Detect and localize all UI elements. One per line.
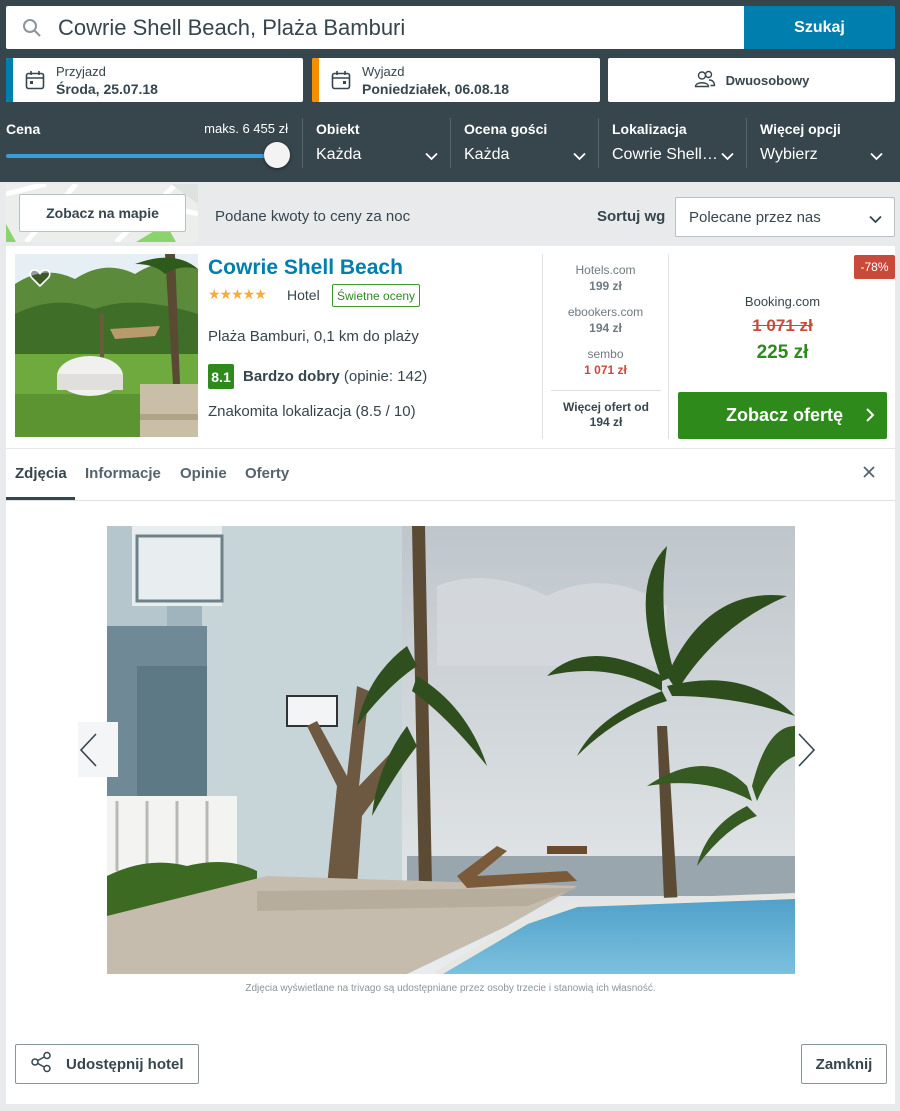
share-hotel-label: Udostępnij hotel	[66, 1055, 184, 1073]
hotel-detail-tabs: Zdjęcia Informacje Opinie Oferty	[6, 448, 895, 501]
checkin-value: Środa, 25.07.18	[56, 81, 158, 97]
search-input[interactable]: Cowrie Shell Beach, Plaża Bamburi	[6, 6, 744, 49]
column-divider	[668, 254, 669, 439]
gallery-next-button[interactable]	[797, 732, 827, 772]
room-type-label: Dwuosobowy	[725, 72, 810, 88]
price-per-night-note: Podane kwoty to ceny za noc	[215, 208, 411, 225]
deal-site-name: sembo	[587, 347, 624, 361]
more-deals-price: 194 zł	[589, 415, 623, 429]
gallery-prev-button[interactable]	[78, 722, 118, 777]
review-count: (opinie: 142)	[343, 368, 428, 385]
discount-badge: -78%	[854, 255, 895, 279]
review-score-label: Bardzo dobry	[243, 368, 340, 385]
room-type-selector[interactable]: Dwuosobowy	[608, 58, 895, 102]
hotel-photo-gallery-image	[107, 526, 795, 974]
property-type-filter[interactable]: Obiekt Każda	[306, 110, 450, 172]
tab-photos[interactable]: Zdjęcia	[15, 465, 67, 482]
original-price: 1 071 zł	[752, 316, 813, 335]
accommodation-type: Hotel	[287, 287, 320, 303]
property-filter-label: Obiekt	[316, 121, 360, 137]
close-icon[interactable]	[862, 465, 876, 484]
close-button[interactable]: Zamknij	[801, 1044, 887, 1084]
checkout-date-picker[interactable]: Wyjazd Poniedziałek, 06.08.18	[312, 58, 600, 102]
hotel-name[interactable]: Cowrie Shell Beach	[208, 256, 403, 280]
deal-site-name: Hotels.com	[575, 263, 636, 277]
location-score: Znakomita lokalizacja (8.5 / 10)	[208, 403, 416, 420]
property-filter-value: Każda	[316, 146, 362, 163]
price-filter-label: Cena	[6, 121, 41, 137]
deal-price: 194 zł	[589, 321, 622, 335]
view-deal-button[interactable]: Zobacz ofertę	[678, 392, 887, 439]
share-hotel-button[interactable]: Udostępnij hotel	[15, 1044, 199, 1084]
price-slider-handle[interactable]	[264, 142, 290, 168]
show-on-map-button[interactable]: Zobacz na mapie	[19, 194, 186, 232]
guest-rating-value: Każda	[464, 146, 510, 163]
chevron-down-icon	[721, 148, 734, 166]
checkin-label: Przyjazd	[56, 64, 106, 79]
search-header: Cowrie Shell Beach, Plaża Bamburi Szukaj…	[0, 0, 900, 182]
view-deal-label: Zobacz ofertę	[726, 405, 844, 425]
price-slider-track[interactable]	[6, 154, 278, 158]
chevron-down-icon	[870, 148, 883, 166]
more-options-filter[interactable]: Więcej opcji Wybierz	[750, 110, 895, 172]
sort-label: Sortuj wg	[597, 208, 666, 225]
sort-value: Polecane przez nas	[689, 208, 821, 226]
great-reviews-badge: Świetne oceny	[332, 284, 421, 307]
filter-divider	[302, 118, 303, 168]
chevron-left-icon	[79, 733, 97, 767]
checkout-value: Poniedziałek, 06.08.18	[362, 81, 510, 97]
more-options-value: Wybierz	[760, 146, 818, 163]
chevron-down-icon	[425, 148, 438, 166]
calendar-icon	[25, 70, 45, 95]
price-max-value: maks. 6 455 zł	[204, 121, 288, 136]
chevron-down-icon	[869, 211, 882, 228]
checkin-accent-bar	[6, 58, 13, 102]
location-filter-label: Lokalizacja	[612, 121, 687, 137]
photo-copyright-note: Zdjęcia wyświetlane na trivago są udostę…	[245, 983, 656, 994]
hotel-location: Plaża Bamburi, 0,1 km do plaży	[208, 328, 419, 345]
filter-divider	[598, 118, 599, 168]
best-price: 225 zł	[756, 342, 809, 363]
chevron-right-icon	[798, 733, 816, 767]
search-query[interactable]: Cowrie Shell Beach, Plaża Bamburi	[58, 15, 405, 41]
sort-dropdown[interactable]: Polecane przez nas	[675, 197, 895, 237]
price-filter[interactable]: Cena maks. 6 455 zł	[0, 110, 298, 172]
share-icon	[30, 1051, 52, 1077]
search-button[interactable]: Szukaj	[744, 6, 895, 49]
best-deal-site: Booking.com	[744, 294, 821, 309]
checkout-accent-bar	[312, 58, 319, 102]
hotel-card: Cowrie Shell Beach ★★★★★ Hotel Świetne o…	[6, 246, 895, 1104]
deal-row[interactable]: ebookers.com 194 zł	[543, 305, 668, 335]
calendar-icon	[331, 70, 351, 95]
location-filter[interactable]: Lokalizacja Cowrie Shell…	[602, 110, 746, 172]
deal-site-name: ebookers.com	[567, 305, 644, 319]
filter-divider	[746, 118, 747, 168]
guest-rating-filter[interactable]: Ocena gości Każda	[454, 110, 598, 172]
deal-price: 199 zł	[589, 279, 622, 293]
deal-price: 1 071 zł	[584, 363, 627, 377]
review-summary[interactable]: Bardzo dobry (opinie: 142)	[243, 368, 427, 385]
heart-icon[interactable]	[29, 268, 51, 293]
search-icon	[6, 6, 58, 49]
star-rating: ★★★★★	[208, 286, 267, 302]
deal-row[interactable]: sembo 1 071 zł	[543, 347, 668, 377]
deal-row[interactable]: Hotels.com 199 zł	[543, 263, 668, 293]
checkout-label: Wyjazd	[362, 64, 405, 79]
guest-rating-label: Ocena gości	[464, 121, 548, 137]
active-tab-indicator	[6, 497, 75, 500]
more-deals-link[interactable]: Więcej ofert od 194 zł	[551, 390, 661, 430]
hotel-thumbnail-image[interactable]	[15, 254, 198, 437]
more-deals-label: Więcej ofert od	[563, 400, 649, 414]
filter-divider	[450, 118, 451, 168]
tab-information[interactable]: Informacje	[85, 465, 161, 482]
people-icon	[694, 70, 716, 91]
checkin-date-picker[interactable]: Przyjazd Środa, 25.07.18	[6, 58, 303, 102]
location-filter-value: Cowrie Shell…	[612, 146, 718, 163]
tab-reviews[interactable]: Opinie	[180, 465, 227, 482]
review-score: 8.1	[208, 364, 234, 389]
chevron-down-icon	[573, 148, 586, 166]
tab-deals[interactable]: Oferty	[245, 465, 289, 482]
more-options-label: Więcej opcji	[760, 121, 841, 137]
chevron-right-icon	[865, 407, 875, 428]
